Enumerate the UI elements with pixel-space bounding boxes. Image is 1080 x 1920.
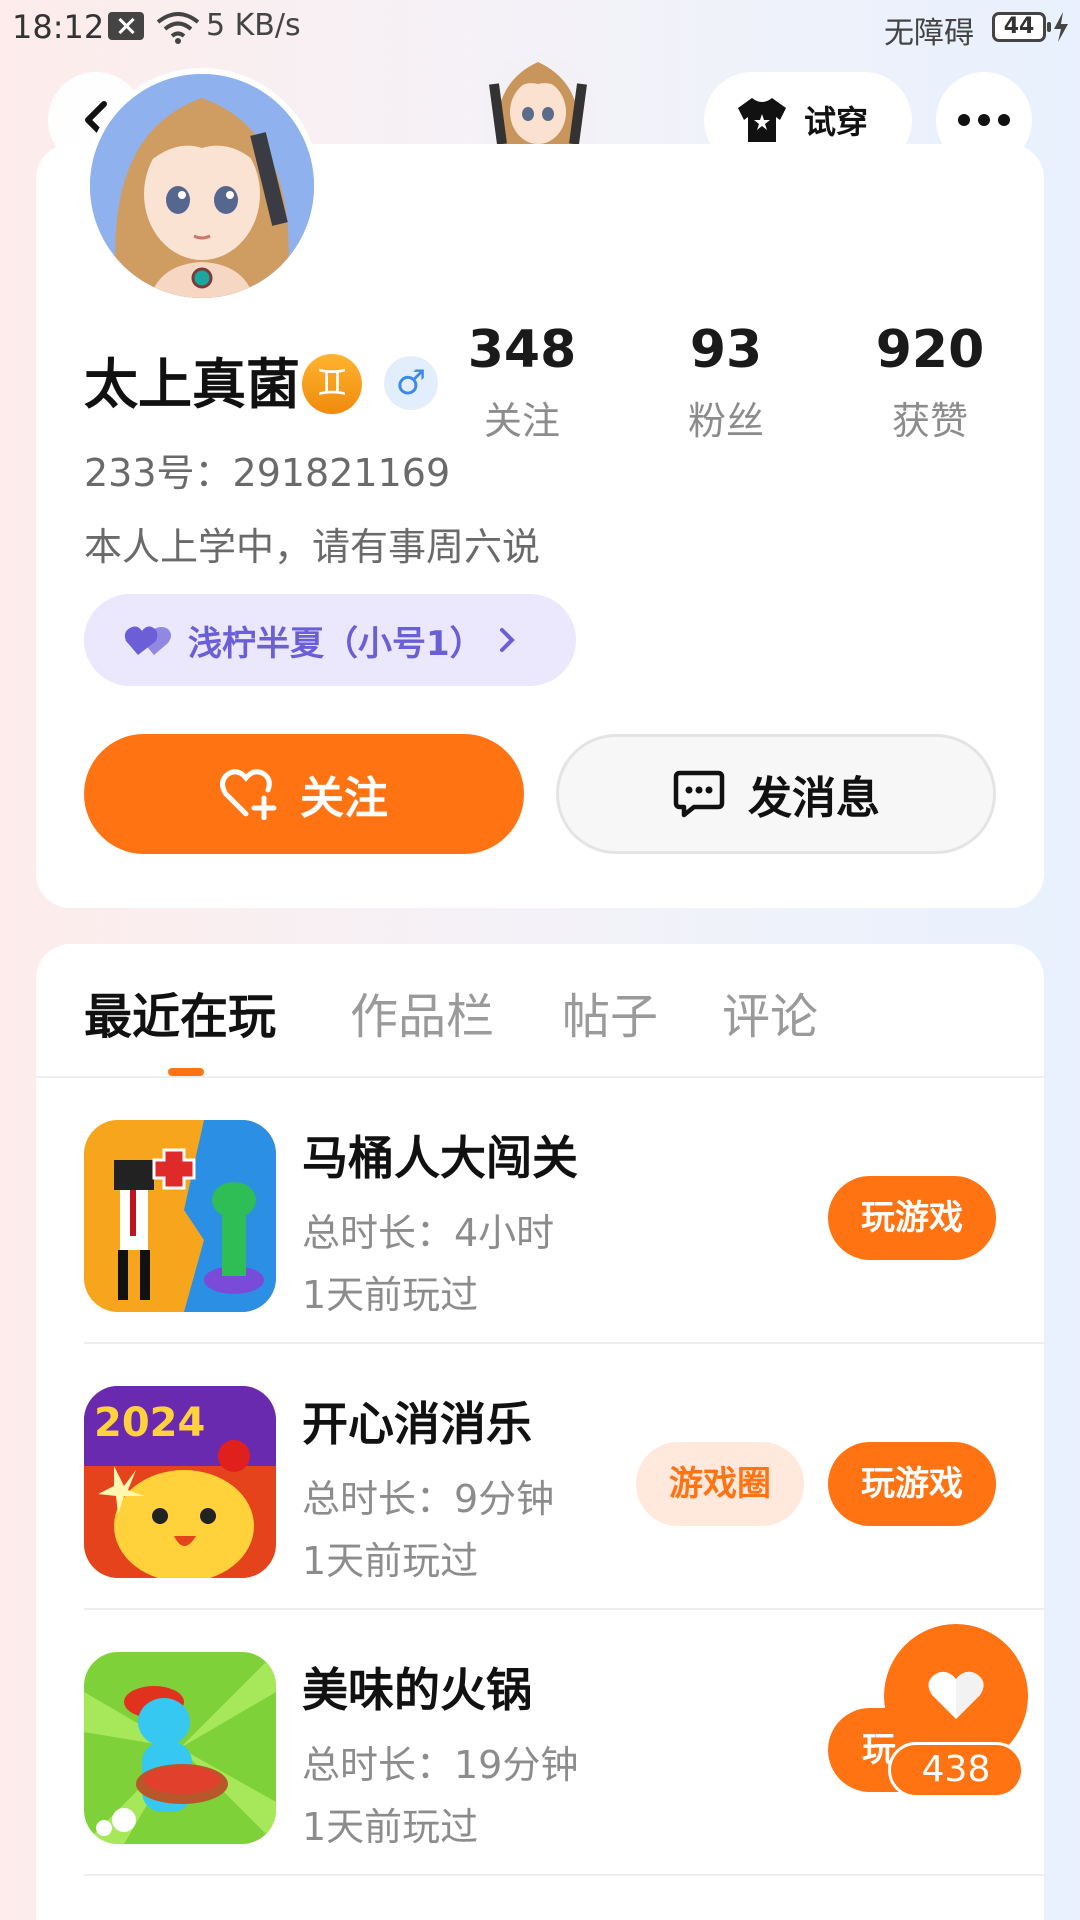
stat-likes[interactable]: 920 获赞 [850,320,1010,445]
game-title: 开心消消乐 [302,1397,532,1451]
stat-label: 粉丝 [687,399,764,443]
game-duration: 总时长：4小时 [302,1211,555,1255]
game-icon [84,1652,276,1844]
battery-icon: 44 [992,12,1051,42]
chevron-right-icon [499,628,515,652]
heart-icon [928,1671,984,1719]
alt-account-link[interactable]: 浅柠半夏（小号1） [84,594,576,686]
game-title: 马桶人大闯关 [302,1131,578,1185]
charging-icon [1054,12,1068,42]
tab-recently-played[interactable]: 最近在玩 [84,984,276,1050]
accessibility-label: 无障碍 [884,16,974,51]
svg-text:2024: 2024 [94,1400,205,1446]
user-bio: 本人上学中，请有事周六说 [84,525,541,569]
status-bar: 18:12 5 KB/s 无障碍 44 [0,0,1080,54]
tab-indicator [168,1068,204,1076]
user-name: 太上真菌 [84,353,300,416]
follow-label: 关注 [300,773,388,824]
stat-following[interactable]: 348 关注 [442,320,602,445]
profile-avatar[interactable] [84,68,320,304]
try-on-label: 试穿 [804,103,869,141]
message-button[interactable]: 发消息 [556,734,996,854]
follow-button[interactable]: 关注 [84,734,524,854]
game-row[interactable]: 马桶人大闯关 总时长：4小时 1天前玩过 玩游戏 [84,1078,1044,1344]
game-icon [84,1120,276,1312]
game-last-played: 1天前玩过 [302,1805,479,1849]
stat-value: 920 [875,320,985,380]
stat-label: 关注 [483,399,560,443]
status-time: 18:12 [12,8,105,46]
more-dot-icon [978,114,990,126]
user-id: 233号：291821169 [84,451,451,495]
game-duration: 总时长：19分钟 [302,1743,579,1787]
linked-hearts-icon [124,626,171,655]
network-speed: 5 KB/s [206,8,301,43]
zodiac-gemini-icon: ♊ [302,354,362,414]
stat-value: 348 [467,320,577,380]
tshirt-icon [738,98,786,142]
stat-value: 93 [689,320,763,380]
play-game-button[interactable]: 玩游戏 [828,1176,996,1260]
more-dot-icon [958,114,970,126]
chat-bubble-icon [673,770,725,818]
tab-posts[interactable]: 帖子 [562,984,658,1050]
game-title: 美味的火锅 [302,1663,532,1717]
like-count-badge: 438 [888,1742,1024,1798]
play-game-button[interactable]: 玩游戏 [828,1442,996,1526]
wifi-icon [156,12,200,44]
game-duration: 总时长：9分钟 [302,1477,555,1521]
heart-plus-icon [220,769,277,820]
game-icon: 2024 [84,1386,276,1578]
notification-close-icon [108,12,144,40]
stat-followers[interactable]: 93 粉丝 [646,320,806,445]
game-circle-button[interactable]: 游戏圈 [636,1442,804,1526]
alt-account-label: 浅柠半夏（小号1） [188,623,484,664]
more-dot-icon [998,114,1010,126]
message-label: 发消息 [748,773,880,824]
tab-comments[interactable]: 评论 [722,984,818,1050]
game-row[interactable]: 2024 开心消消乐 总时长：9分钟 1天前玩过 游戏圈 玩游戏 [84,1344,1044,1610]
tab-bar: 最近在玩 作品栏 帖子 评论 [36,944,1044,1078]
tab-works[interactable]: 作品栏 [350,984,494,1050]
game-last-played: 1天前玩过 [302,1273,479,1317]
stat-label: 获赞 [891,399,968,443]
game-last-played: 1天前玩过 [302,1539,479,1583]
header-avatar [482,54,594,146]
male-gender-icon: ♂ [384,356,438,410]
